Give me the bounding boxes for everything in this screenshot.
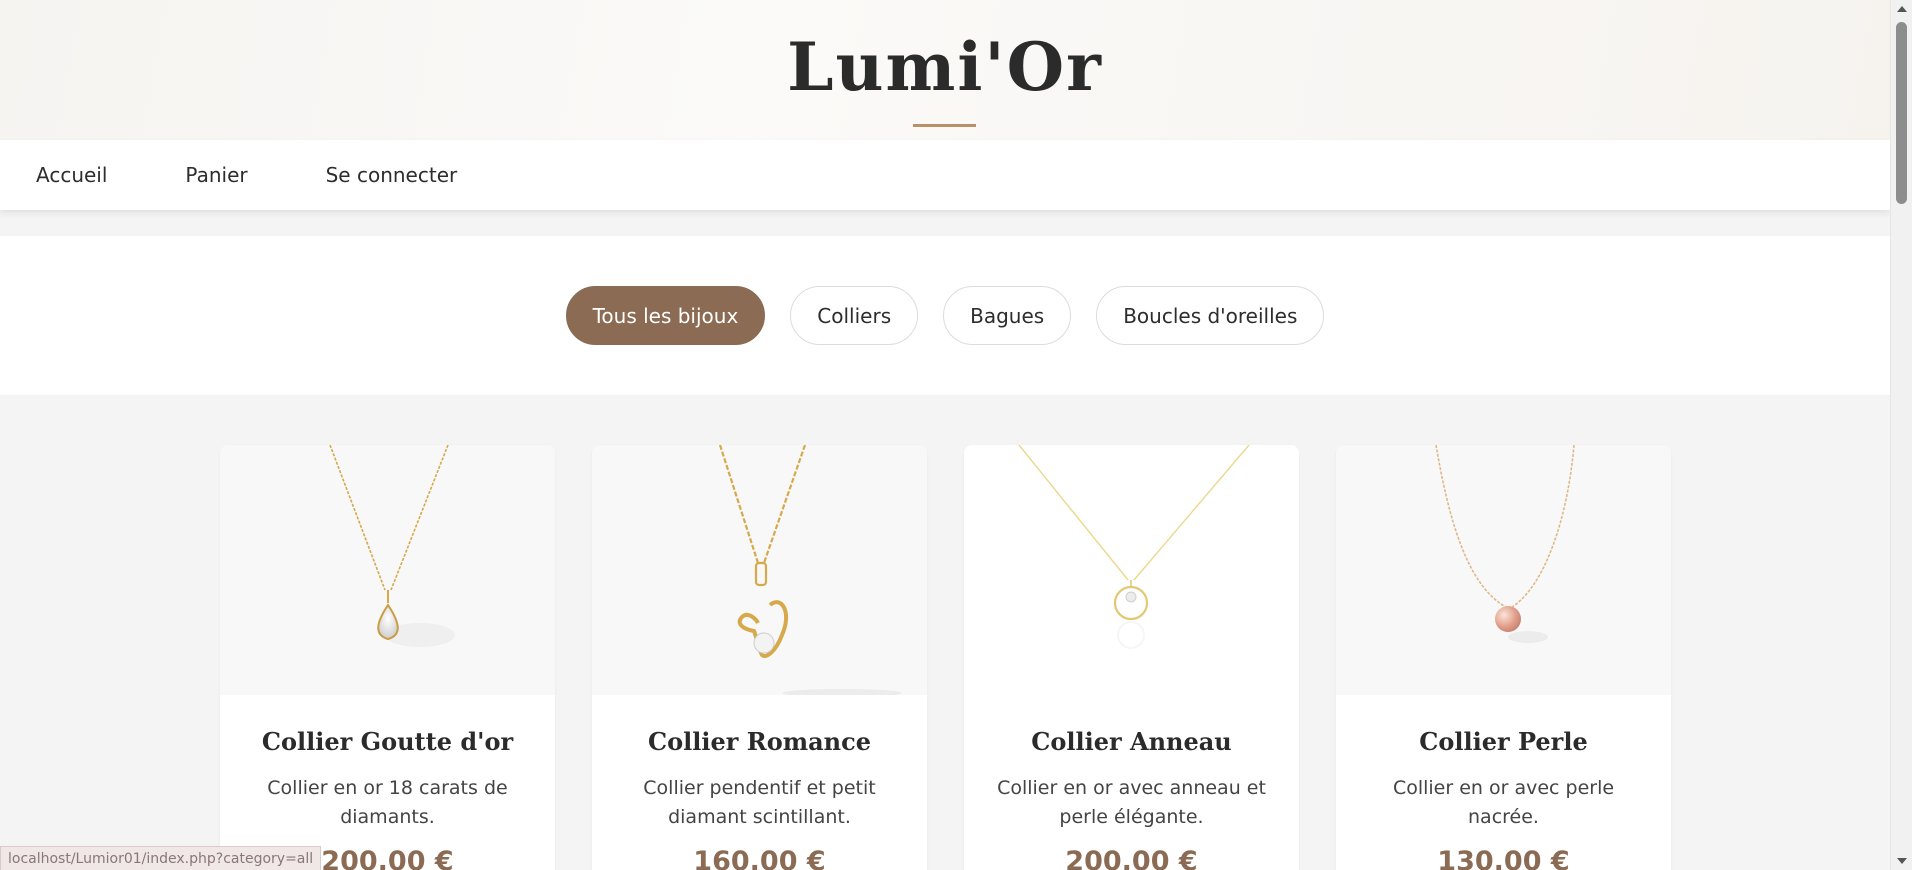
product-image[interactable] — [592, 445, 927, 695]
product-image[interactable] — [1336, 445, 1671, 695]
product-price: 130.00 € — [1437, 846, 1570, 870]
site-logo[interactable]: Lumi'Or — [0, 28, 1890, 106]
product-card[interactable]: Collier Perle Collier en or avec perle n… — [1336, 445, 1671, 870]
product-title[interactable]: Collier Romance — [622, 727, 897, 756]
nav-link-panier[interactable]: Panier — [185, 163, 247, 187]
product-description: Collier en or avec anneau et perle éléga… — [997, 777, 1266, 828]
product-card[interactable]: Collier Anneau Collier en or avec anneau… — [964, 445, 1299, 870]
main-nav: Accueil Panier Se connecter — [0, 140, 1890, 210]
scroll-up-arrow-icon[interactable] — [1897, 6, 1907, 12]
nav-link-accueil[interactable]: Accueil — [36, 163, 107, 187]
teardrop-pendant-necklace-icon — [329, 445, 455, 647]
category-filter-bar: Tous les bijoux Colliers Bagues Boucles … — [0, 236, 1890, 395]
pearl-pendant-necklace-icon — [1435, 445, 1575, 643]
product-title[interactable]: Collier Anneau — [994, 727, 1269, 756]
product-description: Collier en or avec perle nacrée. — [1392, 777, 1615, 828]
page-scrollbar[interactable] — [1890, 0, 1912, 870]
product-image[interactable] — [220, 445, 555, 695]
nav-link-se-connecter[interactable]: Se connecter — [326, 163, 458, 187]
ring-pendant-necklace-icon — [1018, 445, 1250, 649]
product-price: 200.00 € — [1065, 846, 1198, 870]
logo-underline — [913, 124, 976, 127]
scroll-down-arrow-icon[interactable] — [1897, 858, 1907, 864]
product-grid: Collier Goutte d'or Collier en or 18 car… — [220, 445, 1671, 870]
status-bar-url: localhost/Lumior01/index.php?category=al… — [0, 846, 322, 870]
filter-colliers[interactable]: Colliers — [790, 286, 919, 345]
product-card[interactable]: Collier Romance Collier pendentif et pet… — [592, 445, 927, 870]
site-header: Lumi'Or — [0, 0, 1890, 140]
scroll-thumb[interactable] — [1896, 22, 1907, 204]
filter-boucles-doreilles[interactable]: Boucles d'oreilles — [1096, 286, 1325, 345]
product-title[interactable]: Collier Goutte d'or — [250, 727, 525, 756]
product-price: 160.00 € — [693, 846, 826, 870]
filter-bagues[interactable]: Bagues — [943, 286, 1072, 345]
product-description: Collier pendentif et petit diamant scint… — [643, 777, 876, 828]
filter-tous-les-bijoux[interactable]: Tous les bijoux — [565, 286, 766, 345]
product-card[interactable]: Collier Goutte d'or Collier en or 18 car… — [220, 445, 555, 870]
product-description: Collier en or 18 carats de diamants. — [267, 777, 508, 828]
heart-pendant-necklace-icon — [718, 445, 902, 695]
product-title[interactable]: Collier Perle — [1366, 727, 1641, 756]
product-image[interactable] — [964, 445, 1299, 695]
